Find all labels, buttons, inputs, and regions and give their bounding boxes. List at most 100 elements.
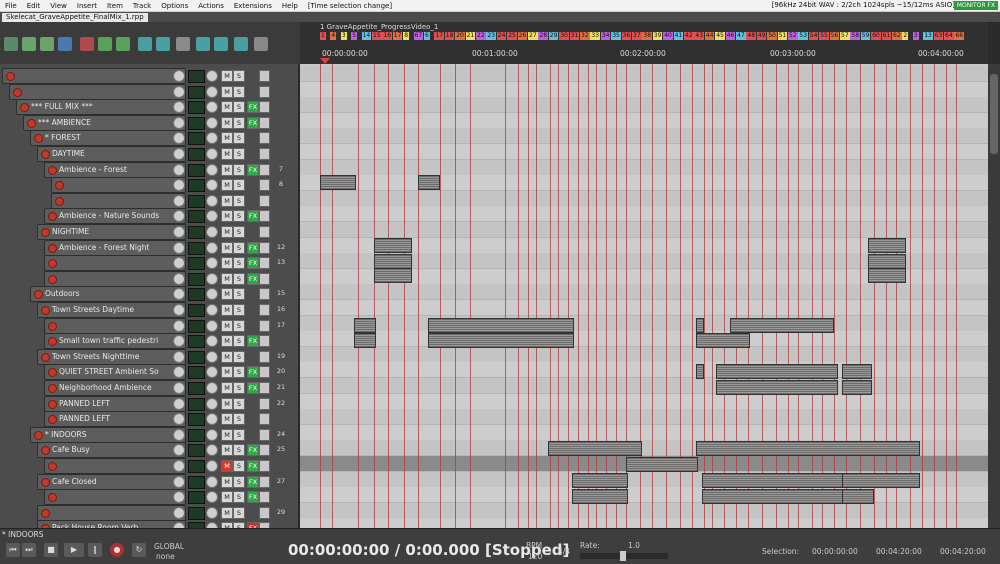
project-marker[interactable]: 52 — [788, 32, 798, 40]
media-item[interactable] — [696, 318, 704, 333]
envelope-button[interactable] — [259, 319, 270, 332]
pan-knob[interactable] — [206, 210, 218, 223]
envelope-button[interactable] — [259, 335, 270, 348]
mute-button[interactable]: M — [221, 319, 233, 332]
fx-button[interactable]: FX — [247, 475, 259, 488]
media-item[interactable] — [696, 333, 750, 348]
mute-button[interactable]: M — [221, 366, 233, 379]
record-arm-icon[interactable] — [48, 368, 57, 378]
volume-knob[interactable] — [173, 226, 185, 238]
mute-button[interactable]: M — [221, 288, 233, 301]
envelope-button[interactable] — [259, 413, 270, 426]
record-arm-icon[interactable] — [41, 306, 50, 315]
save-project-icon[interactable] — [58, 37, 72, 51]
track-row[interactable] — [44, 270, 186, 287]
project-marker[interactable]: 20 — [455, 32, 465, 40]
mute-button[interactable]: M — [221, 460, 233, 472]
envelope-button[interactable] — [259, 460, 270, 472]
project-marker[interactable]: 55 — [819, 32, 829, 40]
project-marker[interactable]: 60 — [871, 32, 881, 40]
track-name[interactable]: Ambience - Forest Night — [59, 242, 149, 253]
solo-button[interactable]: S — [233, 163, 245, 176]
mute-button[interactable]: M — [221, 257, 233, 270]
pan-knob[interactable] — [206, 148, 218, 160]
media-item[interactable] — [730, 318, 834, 333]
record-arm-icon[interactable] — [48, 243, 57, 253]
fx-button[interactable]: FX — [247, 210, 259, 223]
menu-options[interactable]: Options — [156, 2, 193, 10]
mute-button[interactable]: M — [221, 179, 233, 192]
volume-knob[interactable] — [173, 241, 185, 254]
project-marker[interactable]: 6 — [424, 32, 430, 40]
pan-knob[interactable] — [206, 382, 218, 394]
volume-knob[interactable] — [173, 475, 185, 488]
repeat-icon[interactable]: ↻ — [132, 543, 146, 557]
volume-knob[interactable] — [173, 272, 185, 285]
solo-button[interactable]: S — [233, 257, 245, 270]
track-row[interactable]: Ambience - Nature Sounds — [44, 208, 186, 225]
volume-knob[interactable] — [173, 428, 185, 441]
ripple-edit-icon[interactable] — [156, 37, 170, 51]
project-marker[interactable]: 35 — [611, 32, 621, 40]
solo-button[interactable]: S — [233, 179, 245, 192]
undo-icon[interactable] — [80, 37, 94, 51]
envelope-button[interactable] — [259, 210, 270, 223]
project-marker[interactable]: 49 — [756, 32, 767, 40]
track-name[interactable]: NIGHTIME — [52, 226, 89, 237]
envelope-button[interactable] — [259, 163, 270, 176]
media-item[interactable] — [354, 333, 376, 348]
fx-button[interactable]: FX — [247, 101, 259, 114]
fx-button[interactable]: FX — [247, 335, 259, 348]
record-arm-icon[interactable] — [13, 87, 22, 97]
solo-button[interactable]: S — [233, 101, 245, 114]
project-marker[interactable]: 40 — [663, 32, 673, 40]
track-name[interactable]: *** FULL MIX *** — [31, 101, 93, 112]
media-item[interactable] — [868, 268, 906, 283]
fx-button[interactable]: FX — [247, 460, 259, 472]
menu-item[interactable]: Item — [102, 2, 128, 10]
solo-button[interactable]: S — [233, 319, 245, 332]
new-project-icon[interactable] — [22, 37, 36, 51]
project-marker[interactable]: 62 — [892, 32, 902, 40]
solo-button[interactable]: S — [233, 116, 245, 129]
record-arm-icon[interactable] — [48, 415, 57, 425]
project-marker[interactable]: 67 — [413, 32, 424, 40]
pan-knob[interactable] — [206, 179, 218, 192]
track-name[interactable]: Town Streets Nighttime — [52, 351, 139, 362]
mute-button[interactable]: M — [221, 163, 233, 176]
mute-button[interactable]: M — [221, 272, 233, 285]
solo-button[interactable]: S — [233, 335, 245, 348]
solo-button[interactable]: S — [233, 428, 245, 441]
project-marker[interactable]: 38 — [642, 32, 653, 40]
media-item[interactable] — [572, 473, 628, 488]
project-marker[interactable]: 1 — [320, 32, 326, 40]
volume-knob[interactable] — [173, 85, 185, 98]
volume-knob[interactable] — [173, 506, 185, 519]
solo-button[interactable]: S — [233, 85, 245, 98]
media-item[interactable] — [696, 364, 704, 379]
pan-knob[interactable] — [206, 272, 218, 285]
record-arm-icon[interactable] — [48, 274, 57, 284]
project-marker[interactable]: 13 — [923, 32, 933, 40]
mute-button[interactable]: M — [221, 444, 233, 457]
track-row[interactable] — [9, 83, 186, 100]
project-marker[interactable]: 17 — [392, 32, 403, 40]
envelope-button[interactable] — [259, 116, 270, 129]
track-row[interactable] — [51, 177, 186, 194]
record-arm-icon[interactable] — [34, 290, 43, 300]
solo-button[interactable]: S — [233, 350, 245, 363]
project-marker[interactable]: 30 — [559, 32, 569, 40]
project-marker[interactable]: 26 — [517, 32, 528, 40]
metronome-icon[interactable] — [116, 37, 130, 51]
pan-knob[interactable] — [206, 413, 218, 426]
track-row[interactable] — [51, 192, 186, 209]
project-marker[interactable]: 63 — [933, 32, 944, 40]
go-to-start-icon[interactable]: ⏮ — [6, 543, 20, 557]
solo-button[interactable]: S — [233, 444, 245, 457]
settings-icon[interactable] — [4, 37, 18, 51]
selection-length[interactable]: 00:04:20:00 — [940, 547, 986, 556]
envelope-button[interactable] — [259, 148, 270, 160]
record-arm-icon[interactable] — [55, 196, 64, 206]
volume-knob[interactable] — [173, 70, 185, 82]
media-item[interactable] — [842, 364, 872, 379]
